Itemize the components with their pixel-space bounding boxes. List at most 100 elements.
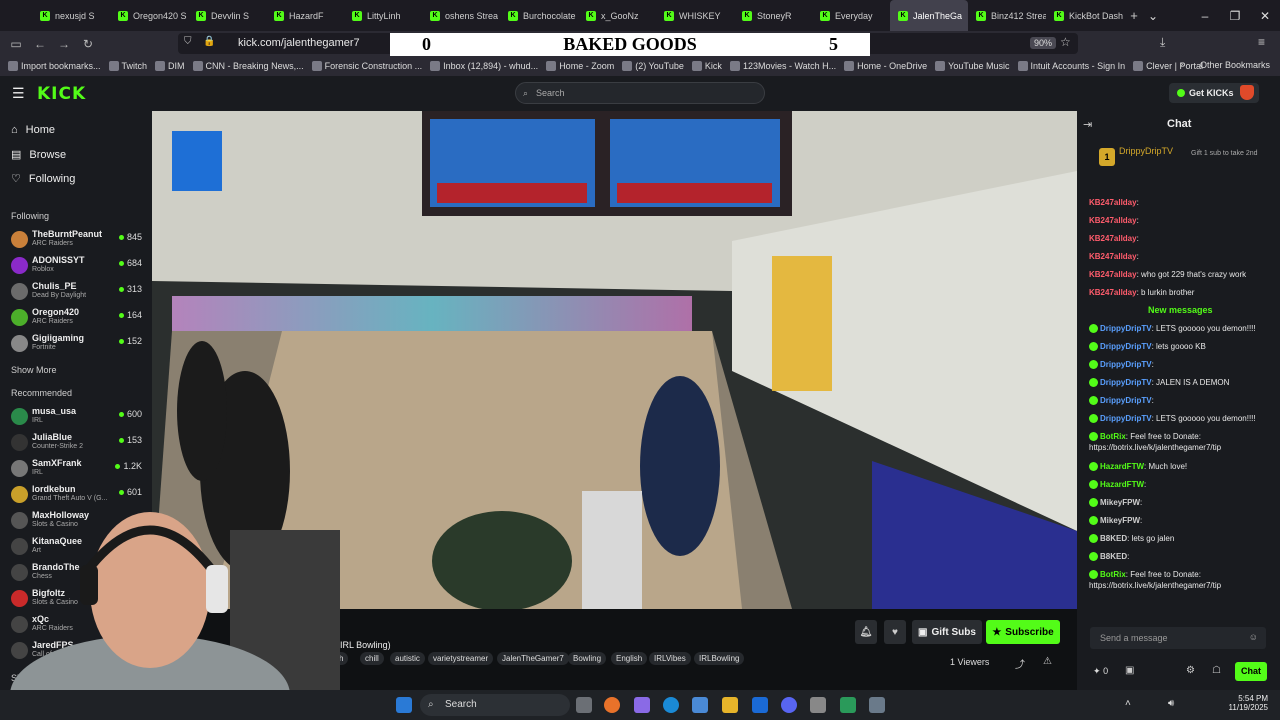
stream-tag[interactable]: English — [611, 652, 648, 665]
chat-username[interactable]: DrippyDripTV — [1100, 396, 1152, 405]
browser-tab[interactable]: Knexusjd S — [32, 0, 110, 31]
browser-tab[interactable]: K Oregon420 S — [110, 0, 188, 31]
chat-username[interactable]: KB247allday — [1089, 198, 1137, 207]
forward-icon[interactable]: → — [52, 33, 76, 55]
stream-tag[interactable]: IRLVibes — [649, 652, 691, 665]
copilot-icon[interactable] — [634, 697, 650, 713]
chat-username[interactable]: B8KED — [1100, 552, 1127, 561]
bookmark-item[interactable]: YouTube Music — [935, 61, 1010, 71]
store-icon[interactable] — [692, 697, 708, 713]
browser-tab[interactable]: K Burchocolate — [500, 0, 578, 31]
browser-tab[interactable]: K LittyLinh — [344, 0, 422, 31]
hamburger-menu-icon[interactable]: ☰ — [12, 85, 25, 102]
chat-username[interactable]: KB247allday — [1089, 216, 1137, 225]
shield-badge-icon[interactable] — [1240, 85, 1254, 100]
task-view-icon[interactable] — [576, 697, 592, 713]
star-icon[interactable]: ☆ — [1060, 35, 1071, 49]
show-more-following[interactable]: Show More — [11, 365, 57, 375]
gift-subs-button[interactable]: ▣ Gift Subs — [912, 620, 982, 644]
search-input[interactable]: ⌕ Search — [515, 82, 765, 104]
stream-tag[interactable]: Bowling — [568, 652, 607, 665]
bookmarks-overflow-icon[interactable]: » — [1180, 59, 1186, 70]
tray-chevron-icon[interactable]: ˄ — [1125, 698, 1131, 709]
taskbar-search[interactable]: ⌕ Search — [420, 694, 570, 716]
chat-username[interactable]: DrippyDripTV — [1100, 360, 1152, 369]
sidebar-channel[interactable]: Oregon420 ARC Raiders 164 — [11, 306, 146, 330]
settings-app-icon[interactable] — [869, 697, 885, 713]
bookmark-item[interactable]: Intuit Accounts - Sign In — [1017, 61, 1125, 71]
follow-heart-icon[interactable]: ♥ — [884, 620, 906, 644]
chat-username[interactable]: DrippyDripTV — [1100, 414, 1152, 423]
other-bookmarks[interactable]: Other Bookmarks — [1200, 60, 1270, 70]
download-icon[interactable]: ⤓ — [1160, 35, 1165, 50]
bookmark-item[interactable]: (2) YouTube — [622, 61, 684, 71]
bookmark-item[interactable]: Forensic Construction ... — [311, 61, 422, 71]
subscribe-button[interactable]: ★ Subscribe — [986, 620, 1060, 644]
reload-icon[interactable]: ↻ — [76, 33, 100, 55]
app-icon-green[interactable] — [840, 697, 856, 713]
chat-username[interactable]: HazardFTW — [1100, 462, 1144, 471]
browser-tab[interactable]: K JalenTheGa — [890, 0, 968, 31]
maximize-icon[interactable]: ❐ — [1220, 0, 1250, 31]
sidebar-channel[interactable]: TheBurntPeanut ARC Raiders 845 — [11, 228, 146, 252]
chat-input[interactable]: Send a message ☺ — [1090, 627, 1266, 649]
stream-tag[interactable]: autistic — [390, 652, 425, 665]
browser-tab[interactable]: Kx_GooNz — [578, 0, 656, 31]
close-window-icon[interactable]: ✕ — [1250, 0, 1280, 31]
nav-home[interactable]: ⌂ Home — [11, 124, 55, 136]
browser-tab[interactable]: K KickBot Dash — [1046, 0, 1124, 31]
gift-box-icon[interactable]: ▣ — [1125, 665, 1134, 676]
shield-icon[interactable]: ⛉ — [184, 36, 192, 47]
bookmark-item[interactable]: Import bookmarks... — [8, 61, 101, 71]
sidebar-channel[interactable]: JuliaBlue Counter-Strike 2 153 — [11, 431, 146, 455]
edge-icon[interactable] — [663, 697, 679, 713]
back-icon[interactable]: ← — [28, 33, 52, 55]
bookmark-item[interactable]: Home - Zoom — [546, 61, 614, 71]
browser-tab[interactable]: K Binz412 Strea — [968, 0, 1046, 31]
volume-icon[interactable]: 🔊︎ — [1168, 698, 1174, 709]
settings-icon[interactable]: ⚙ — [1186, 665, 1195, 676]
bookmark-item[interactable]: DIM — [155, 61, 185, 71]
discord-icon[interactable] — [781, 697, 797, 713]
chat-username[interactable]: BotRix — [1100, 570, 1126, 579]
sidebar-toggle-icon[interactable]: ▭ — [4, 33, 28, 55]
chat-username[interactable]: KB247allday — [1089, 252, 1137, 261]
stream-tag[interactable]: IRLBowling — [694, 652, 745, 665]
sidebar-channel[interactable]: Gigiigaming Fortnite 152 — [11, 332, 146, 356]
chat-username[interactable]: B8KED — [1100, 534, 1127, 543]
chat-username[interactable]: MikeyFPW — [1100, 516, 1140, 525]
lock-icon[interactable]: 🔒 — [203, 36, 215, 47]
new-messages-divider[interactable]: New messages — [1148, 305, 1213, 315]
report-icon[interactable]: ⚠ — [1043, 656, 1052, 667]
kick-logo[interactable]: KICK — [37, 84, 86, 104]
bookmark-item[interactable]: Clever | Portal — [1133, 61, 1203, 71]
chat-username[interactable]: BotRix — [1100, 432, 1126, 441]
sidebar-channel[interactable]: ADONISSYT Roblox 684 — [11, 254, 146, 278]
browser-tab[interactable]: K HazardF — [266, 0, 344, 31]
stream-tag[interactable]: JalenTheGamer7 — [497, 652, 569, 665]
chat-username[interactable]: DrippyDripTV — [1100, 378, 1152, 387]
kicks-balance[interactable]: ✦ 0 — [1093, 666, 1108, 677]
browser-tab[interactable]: K Everyday — [812, 0, 890, 31]
chat-username[interactable]: KB247allday — [1089, 270, 1137, 279]
send-chat-button[interactable]: Chat — [1235, 662, 1267, 681]
collapse-chat-icon[interactable]: ⇥ — [1083, 118, 1092, 131]
file-explorer-icon[interactable] — [722, 697, 738, 713]
stream-tag[interactable]: chill — [360, 652, 384, 665]
chat-username[interactable]: MikeyFPW — [1100, 498, 1140, 507]
clock[interactable]: 5:54 PM 11/19/2025 — [1222, 694, 1268, 712]
browser-tab[interactable]: K Devvlin S — [188, 0, 266, 31]
browser-tab[interactable]: K WHISKEY — [656, 0, 734, 31]
bookmark-item[interactable]: Twitch — [108, 61, 147, 71]
minimize-icon[interactable]: – — [1190, 0, 1220, 31]
app-icon[interactable] — [810, 697, 826, 713]
emote-icon[interactable]: ☺ — [1249, 632, 1258, 642]
pinned-user[interactable]: DrippyDripTV — [1119, 146, 1173, 156]
browser-tab[interactable]: K StoneyR — [734, 0, 812, 31]
bookmark-item[interactable]: CNN - Breaking News,... — [192, 61, 304, 71]
browser-tab[interactable]: Koshens Strea — [422, 0, 500, 31]
menu-icon[interactable]: ≡ — [1258, 35, 1265, 49]
sidebar-channel[interactable]: SamXFrank IRL 1.2K — [11, 457, 146, 481]
nav-following[interactable]: ♡ Following — [11, 172, 75, 186]
tab-list-icon[interactable]: ⌄ — [1130, 0, 1176, 31]
